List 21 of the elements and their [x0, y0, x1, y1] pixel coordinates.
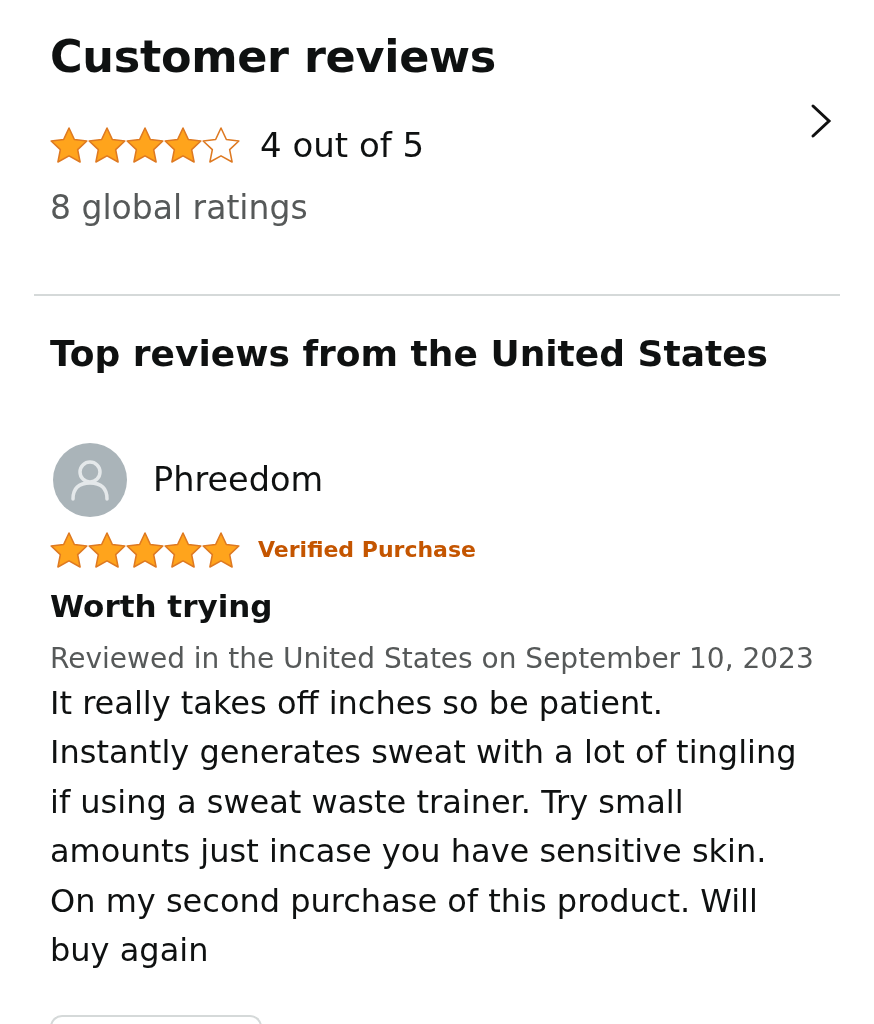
avatar-icon: [53, 443, 127, 517]
chevron-right-icon[interactable]: [810, 103, 832, 139]
section-heading: Top reviews from the United States: [50, 332, 769, 376]
star-icon: [126, 532, 164, 568]
star-icon: [164, 127, 202, 163]
star-icon: [164, 532, 202, 568]
star-icon: [202, 127, 240, 163]
star-icon: [88, 532, 126, 568]
verified-purchase-label: Verified Purchase: [258, 536, 476, 564]
star-icon: [126, 127, 164, 163]
section-title: Customer reviews: [50, 30, 497, 84]
ratings-count: 8 global ratings: [50, 188, 309, 228]
review-title: Worth trying: [50, 587, 274, 626]
star-icon: [50, 532, 88, 568]
star-icon: [88, 127, 126, 163]
review-text: It really takes off inches so be patient. Instantly generates sweat with a lot of tingling if using a sweat waste trainer. Try small amounts just incase you have sensitive skin. On my second purchase of this product. Will buy again: [50, 683, 798, 972]
star-icon: [202, 532, 240, 568]
reviewer-name: Phreedom: [153, 460, 324, 500]
review-date: Reviewed in the United States on September 10, 2023: [50, 641, 815, 677]
star-icon: [50, 127, 88, 163]
rating-text: 4 out of 5: [260, 126, 425, 164]
